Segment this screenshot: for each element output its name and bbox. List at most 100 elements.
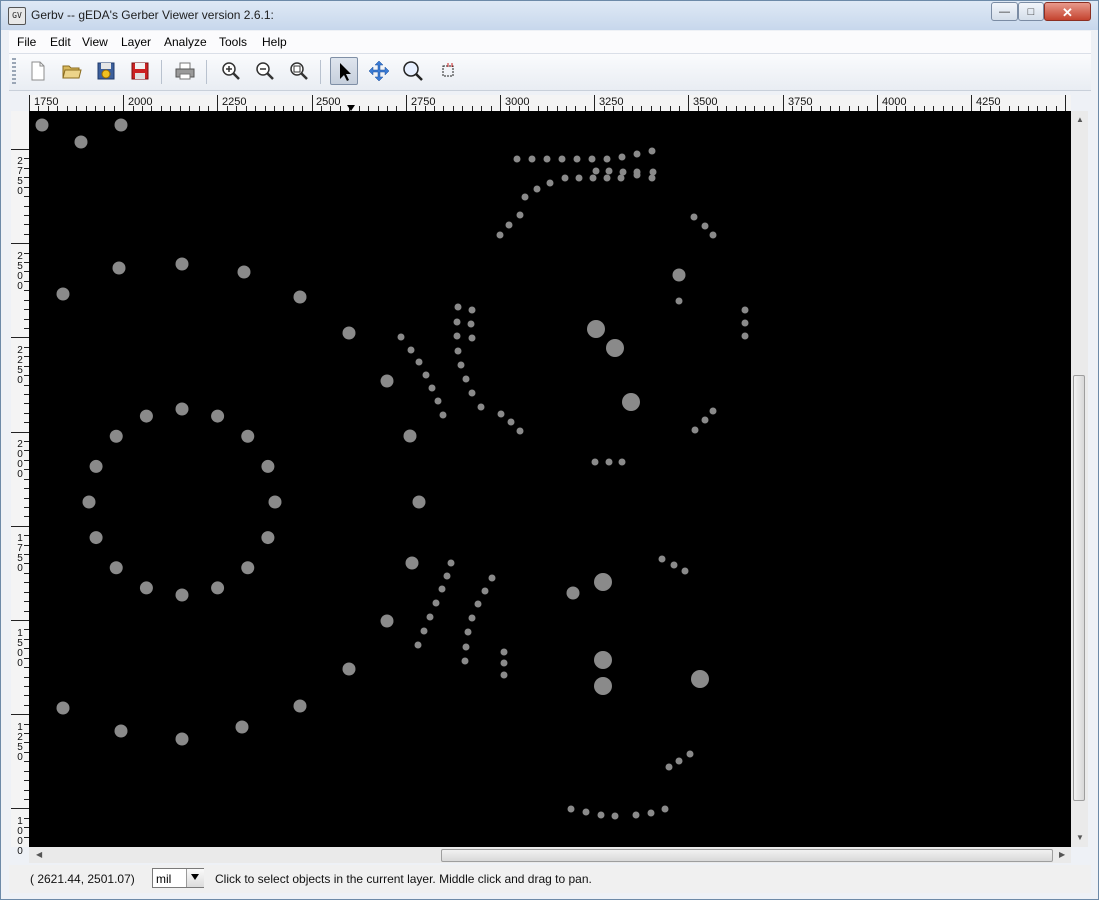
gerber-pad[interactable] — [211, 409, 225, 423]
gerber-pad[interactable] — [618, 153, 626, 161]
gerber-pad[interactable] — [342, 326, 356, 340]
revert-button[interactable] — [92, 57, 120, 85]
gerber-pad[interactable] — [573, 155, 581, 163]
gerber-pad[interactable] — [461, 657, 469, 665]
menu-file[interactable]: File — [17, 35, 36, 49]
pan-tool-button[interactable] — [365, 57, 393, 85]
gerber-pad[interactable] — [109, 429, 123, 443]
minimize-button[interactable]: — — [991, 2, 1018, 21]
gerber-pad[interactable] — [546, 179, 554, 187]
gerber-pad[interactable] — [439, 411, 447, 419]
gerber-pad[interactable] — [594, 677, 612, 695]
save-button[interactable] — [126, 57, 154, 85]
gerber-pad[interactable] — [603, 155, 611, 163]
gerber-pad[interactable] — [241, 429, 255, 443]
gerber-pad[interactable] — [619, 168, 627, 176]
gerber-pad[interactable] — [588, 155, 596, 163]
gerber-pad[interactable] — [505, 221, 513, 229]
gerber-pad[interactable] — [454, 347, 462, 355]
pointer-tool-button[interactable] — [330, 57, 358, 85]
gerber-pad[interactable] — [741, 319, 749, 327]
gerber-pad[interactable] — [293, 699, 307, 713]
gerber-pad[interactable] — [648, 147, 656, 155]
gerber-pad[interactable] — [617, 174, 625, 182]
gerber-pad[interactable] — [241, 561, 255, 575]
maximize-button[interactable]: □ — [1018, 2, 1044, 21]
gerber-pad[interactable] — [415, 358, 423, 366]
gerber-pad[interactable] — [566, 586, 580, 600]
gerber-pad[interactable] — [175, 732, 189, 746]
gerber-pad[interactable] — [597, 811, 605, 819]
gerber-pad[interactable] — [468, 389, 476, 397]
gerber-pad[interactable] — [605, 167, 613, 175]
gerber-pad[interactable] — [521, 193, 529, 201]
gerber-pad[interactable] — [468, 306, 476, 314]
gerber-pad[interactable] — [709, 231, 717, 239]
gerber-pad[interactable] — [605, 458, 613, 466]
gerber-pad[interactable] — [582, 808, 590, 816]
gerber-pad[interactable] — [114, 118, 128, 132]
gerber-pad[interactable] — [567, 805, 575, 813]
gerber-pad[interactable] — [380, 614, 394, 628]
gerber-pad[interactable] — [403, 429, 417, 443]
gerber-pad[interactable] — [462, 375, 470, 383]
gerber-pad[interactable] — [447, 559, 455, 567]
menu-analyze[interactable]: Analyze — [164, 35, 207, 49]
gerber-pad[interactable] — [561, 174, 569, 182]
gerber-pad[interactable] — [139, 581, 153, 595]
gerber-pad[interactable] — [261, 459, 275, 473]
gerber-pad[interactable] — [675, 757, 683, 765]
gerber-pad[interactable] — [647, 809, 655, 817]
scroll-up-icon[interactable]: ▲ — [1076, 115, 1084, 124]
gerber-pad[interactable] — [516, 427, 524, 435]
menu-edit[interactable]: Edit — [50, 35, 71, 49]
gerber-pad[interactable] — [454, 303, 462, 311]
title-bar[interactable]: GV Gerbv -- gEDA's Gerber Viewer version… — [1, 1, 1098, 30]
scroll-right-icon[interactable]: ▶ — [1059, 850, 1065, 859]
gerber-pad[interactable] — [594, 651, 612, 669]
gerber-pad[interactable] — [112, 261, 126, 275]
gerber-pad[interactable] — [380, 374, 394, 388]
menu-layer[interactable]: Layer — [121, 35, 151, 49]
close-button[interactable]: ✕ — [1044, 2, 1091, 21]
vertical-scroll-thumb[interactable] — [1073, 375, 1085, 801]
gerber-pad[interactable] — [74, 135, 88, 149]
gerber-pad[interactable] — [412, 495, 426, 509]
menu-help[interactable]: Help — [262, 35, 287, 49]
zoom-tool-button[interactable] — [399, 57, 427, 85]
gerber-pad[interactable] — [632, 811, 640, 819]
gerber-pad[interactable] — [481, 587, 489, 595]
gerber-pad[interactable] — [434, 397, 442, 405]
gerber-pad[interactable] — [477, 403, 485, 411]
gerber-pad[interactable] — [658, 555, 666, 563]
gerber-pad[interactable] — [701, 222, 709, 230]
gerber-pad[interactable] — [468, 614, 476, 622]
gerber-pad[interactable] — [56, 287, 70, 301]
gerber-pad[interactable] — [35, 118, 49, 132]
zoom-in-button[interactable] — [217, 57, 245, 85]
gerber-pad[interactable] — [589, 174, 597, 182]
horizontal-scroll-thumb[interactable] — [441, 849, 1053, 862]
gerber-pad[interactable] — [414, 641, 422, 649]
gerber-pad[interactable] — [268, 495, 282, 509]
gerber-pad[interactable] — [342, 662, 356, 676]
scroll-down-icon[interactable]: ▼ — [1076, 833, 1084, 842]
gerber-pad[interactable] — [89, 459, 103, 473]
gerber-pad[interactable] — [426, 613, 434, 621]
gerber-pad[interactable] — [500, 659, 508, 667]
gerber-pad[interactable] — [528, 155, 536, 163]
gerber-pad[interactable] — [397, 333, 405, 341]
gerber-pad[interactable] — [293, 290, 307, 304]
gerber-pad[interactable] — [633, 168, 641, 176]
gerbv-app-icon[interactable]: GV — [8, 7, 26, 25]
gerber-pad[interactable] — [670, 561, 678, 569]
gerber-pad[interactable] — [611, 812, 619, 820]
gerber-pad[interactable] — [82, 495, 96, 509]
menu-tools[interactable]: Tools — [219, 35, 247, 49]
gerber-pad[interactable] — [741, 306, 749, 314]
gerber-pad[interactable] — [462, 643, 470, 651]
unit-select[interactable]: mil — [152, 868, 204, 888]
gerber-pad[interactable] — [587, 320, 605, 338]
gerber-pad[interactable] — [56, 701, 70, 715]
gerber-pad[interactable] — [681, 567, 689, 575]
